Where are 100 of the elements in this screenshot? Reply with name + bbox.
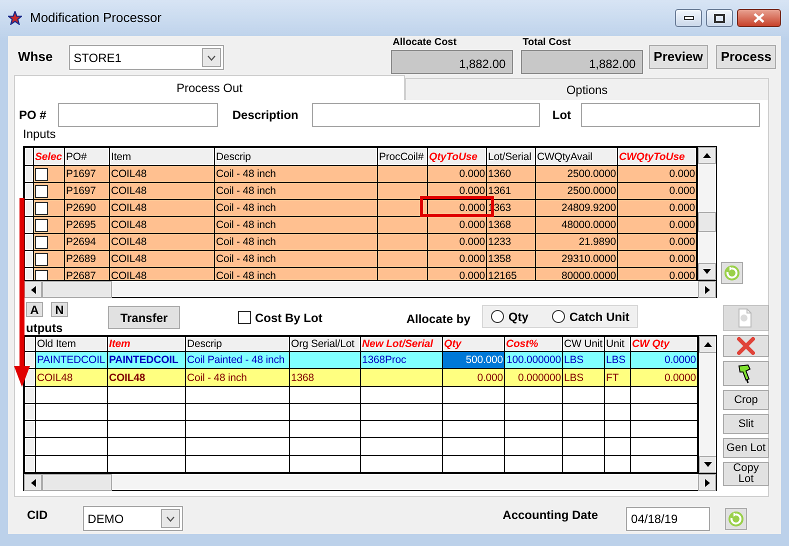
checkbox[interactable] bbox=[35, 252, 48, 266]
column-header[interactable]: QtyToUse bbox=[428, 148, 486, 166]
input-field[interactable] bbox=[58, 103, 218, 127]
column-header[interactable]: Descrip bbox=[214, 148, 378, 166]
row-header[interactable] bbox=[24, 200, 34, 216]
small-button[interactable]: N bbox=[51, 302, 68, 317]
column-header[interactable]: Selec bbox=[34, 148, 64, 166]
row-header[interactable] bbox=[24, 420, 36, 438]
scroll-up-button[interactable] bbox=[698, 147, 716, 164]
column-header[interactable]: Unit bbox=[604, 336, 630, 352]
table-cell: Coil - 48 inch bbox=[214, 250, 378, 268]
field-label: PO # bbox=[19, 107, 46, 124]
maximize-button[interactable] bbox=[706, 9, 733, 27]
small-button[interactable]: A bbox=[26, 302, 43, 317]
window-title: Modification Processor bbox=[30, 9, 162, 28]
column-header[interactable]: Descrip bbox=[186, 336, 290, 352]
scroll-right-button[interactable] bbox=[698, 281, 716, 298]
table-cell: 0.000 bbox=[618, 268, 696, 280]
drill-button[interactable] bbox=[723, 361, 769, 386]
arrow-left-icon bbox=[30, 478, 36, 488]
column-header[interactable]: Item bbox=[110, 148, 214, 166]
table-cell: Coil - 48 inch bbox=[214, 182, 378, 200]
checkbox[interactable] bbox=[35, 236, 48, 249]
column-header[interactable]: Item bbox=[108, 336, 186, 352]
vertical-scrollbar[interactable] bbox=[698, 336, 716, 473]
table-cell: 2500.0000 bbox=[536, 182, 618, 200]
column-header[interactable]: CW Qty bbox=[630, 336, 698, 352]
checkbox[interactable] bbox=[35, 270, 48, 280]
scrollbar-thumb[interactable] bbox=[42, 281, 112, 298]
minimize-button[interactable] bbox=[675, 9, 702, 27]
table-cell: LBS bbox=[562, 352, 604, 369]
scroll-down-button[interactable] bbox=[699, 456, 716, 473]
arrow-up-icon bbox=[702, 152, 712, 159]
side-button[interactable]: Copy Lot bbox=[723, 462, 769, 486]
horizontal-scrollbar[interactable] bbox=[24, 473, 716, 490]
column-header[interactable]: New Lot/Serial bbox=[360, 336, 442, 352]
side-button[interactable]: Crop bbox=[723, 390, 769, 410]
row-header[interactable] bbox=[24, 250, 34, 268]
column-header[interactable]: PO# bbox=[64, 148, 110, 166]
cid-label: CID bbox=[27, 506, 48, 524]
column-header[interactable]: Cost% bbox=[504, 336, 562, 352]
table-cell: LBS bbox=[604, 352, 630, 369]
caret-icon bbox=[166, 516, 175, 522]
row-header[interactable] bbox=[24, 216, 34, 234]
transfer-button[interactable]: Transfer bbox=[108, 306, 180, 329]
close-button[interactable] bbox=[737, 9, 781, 27]
scrollbar-thumb[interactable] bbox=[42, 474, 112, 491]
row-header[interactable] bbox=[24, 234, 34, 250]
table-cell: Coil - 48 inch bbox=[214, 200, 378, 216]
checkbox[interactable] bbox=[35, 218, 48, 232]
cost-label: Total Cost bbox=[522, 36, 572, 50]
scrollbar-thumb[interactable] bbox=[698, 212, 716, 232]
dropdown-button[interactable] bbox=[202, 48, 221, 67]
row-header[interactable] bbox=[24, 403, 36, 421]
column-header[interactable]: ProcCoil# bbox=[378, 148, 428, 166]
tab[interactable]: Options bbox=[405, 78, 769, 100]
table-cell: COIL48 bbox=[110, 234, 214, 250]
checkbox[interactable] bbox=[35, 168, 48, 181]
scroll-right-button[interactable] bbox=[698, 474, 716, 491]
scroll-left-button[interactable] bbox=[24, 281, 42, 298]
input-field[interactable] bbox=[581, 103, 760, 127]
scroll-up-button[interactable] bbox=[699, 336, 716, 353]
table-cell: 0.000 bbox=[428, 166, 486, 182]
whse-dropdown[interactable]: STORE1 bbox=[68, 45, 224, 70]
table-cell: 100.000000 bbox=[504, 352, 562, 369]
tab[interactable]: Process Out bbox=[14, 75, 405, 100]
checkbox[interactable] bbox=[35, 184, 48, 198]
column-header[interactable]: Old Item bbox=[36, 336, 108, 352]
row-header[interactable] bbox=[24, 455, 36, 472]
date-field[interactable]: 04/18/19 bbox=[626, 506, 710, 530]
radio-button[interactable] bbox=[491, 310, 504, 323]
radio-button[interactable] bbox=[552, 310, 566, 323]
vertical-scrollbar[interactable] bbox=[697, 147, 716, 280]
cost-field: 1,882.00 bbox=[520, 50, 643, 74]
row-header[interactable] bbox=[24, 386, 36, 404]
row-header[interactable] bbox=[24, 182, 34, 200]
scroll-down-button[interactable] bbox=[698, 263, 716, 280]
row-header[interactable] bbox=[24, 268, 34, 280]
checkbox[interactable] bbox=[35, 202, 48, 215]
column-header[interactable]: Org Serial/Lot bbox=[290, 336, 360, 352]
cid-dropdown[interactable]: DEMO bbox=[82, 506, 183, 531]
column-header[interactable]: CWQtyAvail bbox=[536, 148, 618, 166]
column-header[interactable]: Lot/Serial bbox=[486, 148, 536, 166]
scroll-left-button[interactable] bbox=[24, 474, 42, 491]
row-header[interactable] bbox=[24, 166, 34, 182]
table-cell: 1360 bbox=[486, 166, 536, 182]
checkbox[interactable] bbox=[238, 311, 251, 324]
input-field[interactable] bbox=[312, 103, 540, 127]
row-header[interactable] bbox=[24, 438, 36, 456]
column-header[interactable]: Qty bbox=[442, 336, 504, 352]
table-cell: P2689 bbox=[64, 250, 110, 268]
column-header[interactable]: CWQtyToUse bbox=[618, 148, 696, 166]
action-button[interactable]: Preview bbox=[648, 45, 708, 69]
app-icon bbox=[8, 11, 22, 25]
action-button[interactable]: Process bbox=[716, 45, 776, 69]
dropdown-button[interactable] bbox=[160, 509, 180, 528]
side-button[interactable]: Gen Lot bbox=[723, 438, 769, 458]
side-button[interactable]: Slit bbox=[723, 414, 769, 434]
column-header[interactable]: CW Unit bbox=[562, 336, 604, 352]
horizontal-scrollbar[interactable] bbox=[24, 280, 716, 297]
